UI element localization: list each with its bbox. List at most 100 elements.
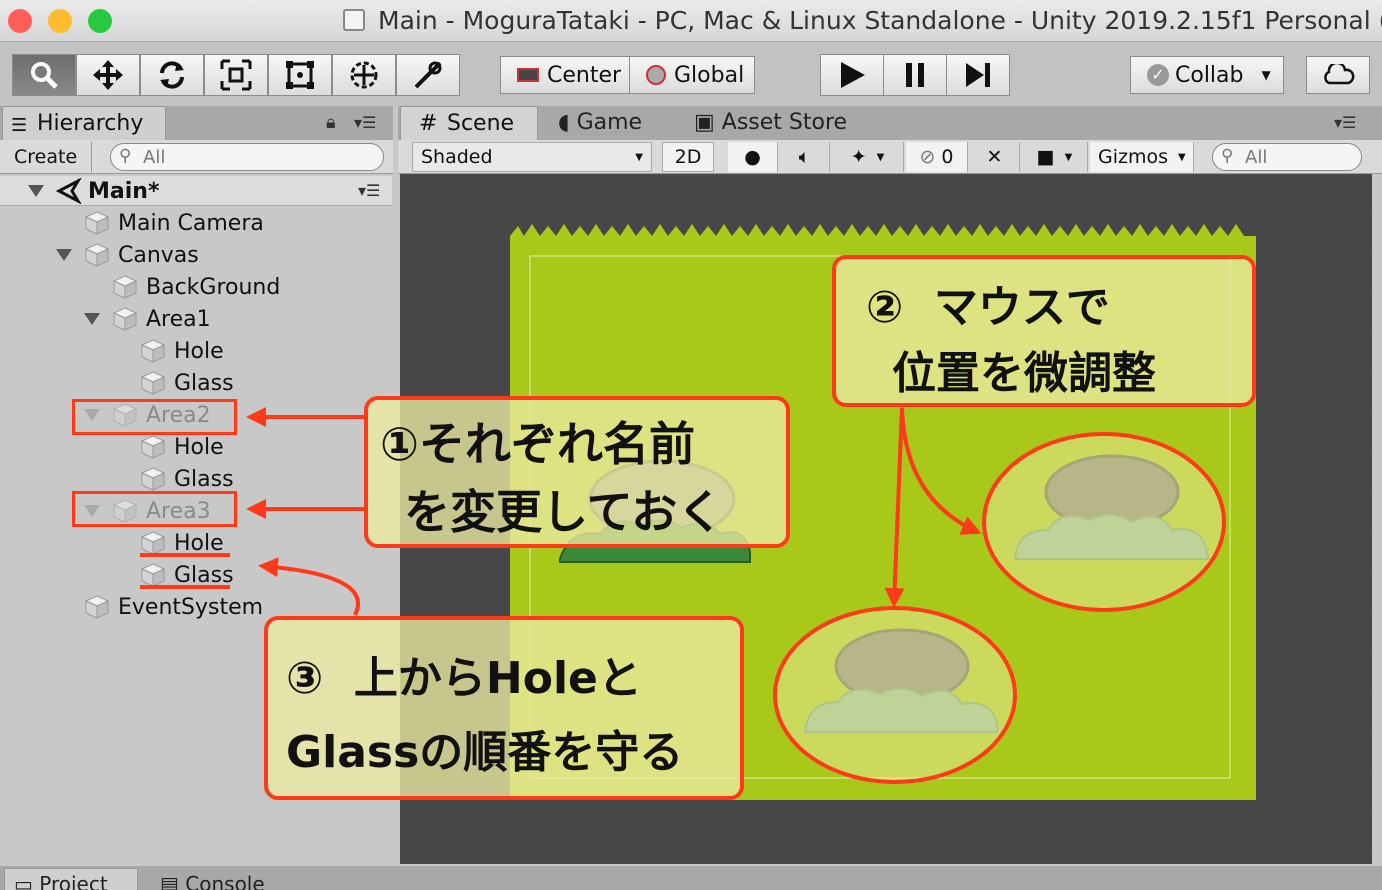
camera-dropdown[interactable]: ■ ▼	[1022, 142, 1088, 172]
camera-icon: ■	[1036, 146, 1055, 168]
audio-toggle[interactable]: 🔈︎	[780, 142, 830, 172]
hierarchy-item[interactable]: EventSystem	[84, 592, 263, 622]
cloud-button[interactable]	[1306, 56, 1370, 94]
scene-panel-menu-icon[interactable]: ▾☰	[1334, 113, 1356, 132]
callout2-number: ②	[866, 282, 904, 333]
close-window-button[interactable]	[8, 9, 32, 33]
scene-tab-bar	[398, 106, 1382, 140]
hierarchy-item-label: Hole	[174, 338, 224, 364]
search-icon: ⚲	[119, 146, 132, 166]
gizmos-dropdown[interactable]: Gizmos ▼	[1090, 142, 1194, 172]
tab-console-label: Console	[185, 872, 265, 890]
expand-arrow-icon[interactable]	[56, 249, 72, 261]
dropdown-arrow-icon: ▼	[635, 151, 643, 163]
gameobject-cube-icon	[140, 434, 166, 460]
transform-tool-icon	[350, 61, 378, 89]
scale-tool-icon	[220, 59, 252, 91]
unity-scene-icon	[56, 178, 82, 204]
expand-arrow-icon[interactable]	[84, 313, 100, 325]
pivot-center-button[interactable]: Center	[500, 56, 630, 94]
hierarchy-item-label: EventSystem	[118, 594, 264, 620]
hierarchy-item[interactable]: Hole	[140, 432, 224, 462]
hierarchy-item[interactable]: Main Camera	[84, 208, 264, 238]
pivot-global-button[interactable]: Global	[629, 56, 755, 94]
callout-order: ③ 上からHoleと Glassの順番を守る	[264, 616, 744, 800]
pause-button[interactable]	[883, 54, 947, 96]
play-icon	[841, 62, 865, 88]
highlight-circle-area2	[982, 432, 1226, 612]
hand-tool-button[interactable]	[12, 54, 76, 96]
transform-tool-button[interactable]	[332, 54, 396, 96]
2d-toggle[interactable]: 2D	[662, 142, 714, 172]
hierarchy-item-label: Main Camera	[118, 210, 264, 236]
title-bar: Main - MoguraTataki - PC, Mac & Linux St…	[0, 0, 1382, 42]
hierarchy-tab[interactable]: ☰ Hierarchy	[2, 106, 166, 140]
tab-game[interactable]: ◖ Game	[558, 110, 642, 135]
rotate-tool-icon	[160, 61, 184, 89]
rotate-tool-button[interactable]	[140, 54, 204, 96]
move-tool-button[interactable]	[76, 54, 140, 96]
hierarchy-item[interactable]: Canvas	[56, 240, 199, 270]
step-button[interactable]	[946, 54, 1010, 96]
pause-icon	[906, 63, 924, 87]
expand-arrow-icon[interactable]	[28, 185, 44, 197]
create-label: Create	[14, 146, 78, 168]
hierarchy-search-input[interactable]: ⚲ All	[110, 143, 384, 171]
gameobject-cube-icon	[84, 242, 110, 268]
hand-tool-icon	[31, 62, 58, 89]
create-dropdown[interactable]: Create ▼	[4, 142, 92, 188]
maximize-window-button[interactable]	[88, 9, 112, 33]
grid-icon: #	[419, 111, 438, 136]
panel-menu-icon[interactable]: ▾☰	[354, 113, 376, 132]
shading-dropdown[interactable]: Shaded ▼	[412, 142, 652, 172]
hidden-count: 0	[941, 146, 954, 168]
search-placeholder: All	[143, 147, 166, 168]
callout3-number: ③	[286, 653, 324, 704]
effects-icon: ✦	[850, 146, 867, 168]
tab-console[interactable]: ▤ Console	[160, 872, 265, 890]
tab-scene[interactable]: # Scene	[400, 106, 538, 140]
custom-tool-button[interactable]	[396, 54, 460, 96]
tab-project-label-wrap: ▭ Project	[14, 872, 108, 890]
hierarchy-tab-label: Hierarchy	[37, 111, 144, 136]
hierarchy-item[interactable]: Area1	[84, 304, 211, 334]
shading-label: Shaded	[421, 146, 493, 168]
callout1-line1: それぞれ名前	[418, 417, 695, 471]
rect-tool-button[interactable]	[268, 54, 332, 96]
hierarchy-item[interactable]: Glass	[140, 464, 234, 494]
console-icon: ▤	[160, 872, 179, 890]
move-tool-icon	[93, 60, 123, 90]
tab-asset-store-label: Asset Store	[721, 110, 848, 135]
hierarchy-item[interactable]: BackGround	[112, 272, 280, 302]
hierarchy-item-label: Glass	[174, 370, 234, 396]
callout2-line2: 位置を微調整	[892, 348, 1156, 399]
gameobject-cube-icon	[112, 274, 138, 300]
rect-tool-icon	[286, 61, 314, 89]
hierarchy-item[interactable]: Glass	[140, 368, 234, 398]
underline-glass	[140, 585, 230, 589]
collab-button[interactable]: ✓ Collab ▼	[1130, 56, 1284, 94]
scene-menu-icon[interactable]: ▾☰	[358, 181, 380, 200]
scene-search-input[interactable]: ⚲ All	[1212, 143, 1362, 171]
eye-hidden-icon: ⊘	[919, 146, 936, 168]
window-title: Main - MoguraTataki - PC, Mac & Linux St…	[378, 6, 1382, 35]
scale-tool-button[interactable]	[204, 54, 268, 96]
play-button[interactable]	[820, 54, 884, 96]
minimize-window-button[interactable]	[48, 9, 72, 33]
tools-toggle[interactable]: ✕	[970, 142, 1020, 172]
hidden-objects-toggle[interactable]: ⊘ 0	[906, 142, 968, 172]
pacman-icon: ◖	[558, 110, 570, 135]
callout3-line2: Glassの順番を守る	[286, 727, 684, 778]
lighting-toggle[interactable]: ●	[728, 142, 778, 172]
lock-icon[interactable]: 🔒︎	[326, 112, 336, 133]
hierarchy-item[interactable]: Hole	[140, 336, 224, 366]
underline-hole	[140, 553, 230, 557]
effects-dropdown[interactable]: ✦ ▼	[832, 142, 904, 172]
callout1-number: ①	[380, 417, 419, 471]
hierarchy-item-label: Hole	[174, 530, 224, 556]
scene-root-item[interactable]: Main*	[28, 176, 159, 206]
main-toolbar: Center Global ✓ Collab ▼	[0, 42, 1382, 106]
tab-game-label: Game	[576, 110, 643, 135]
tab-asset-store[interactable]: ▣ Asset Store	[694, 110, 847, 135]
custom-tool-icon	[414, 61, 442, 89]
